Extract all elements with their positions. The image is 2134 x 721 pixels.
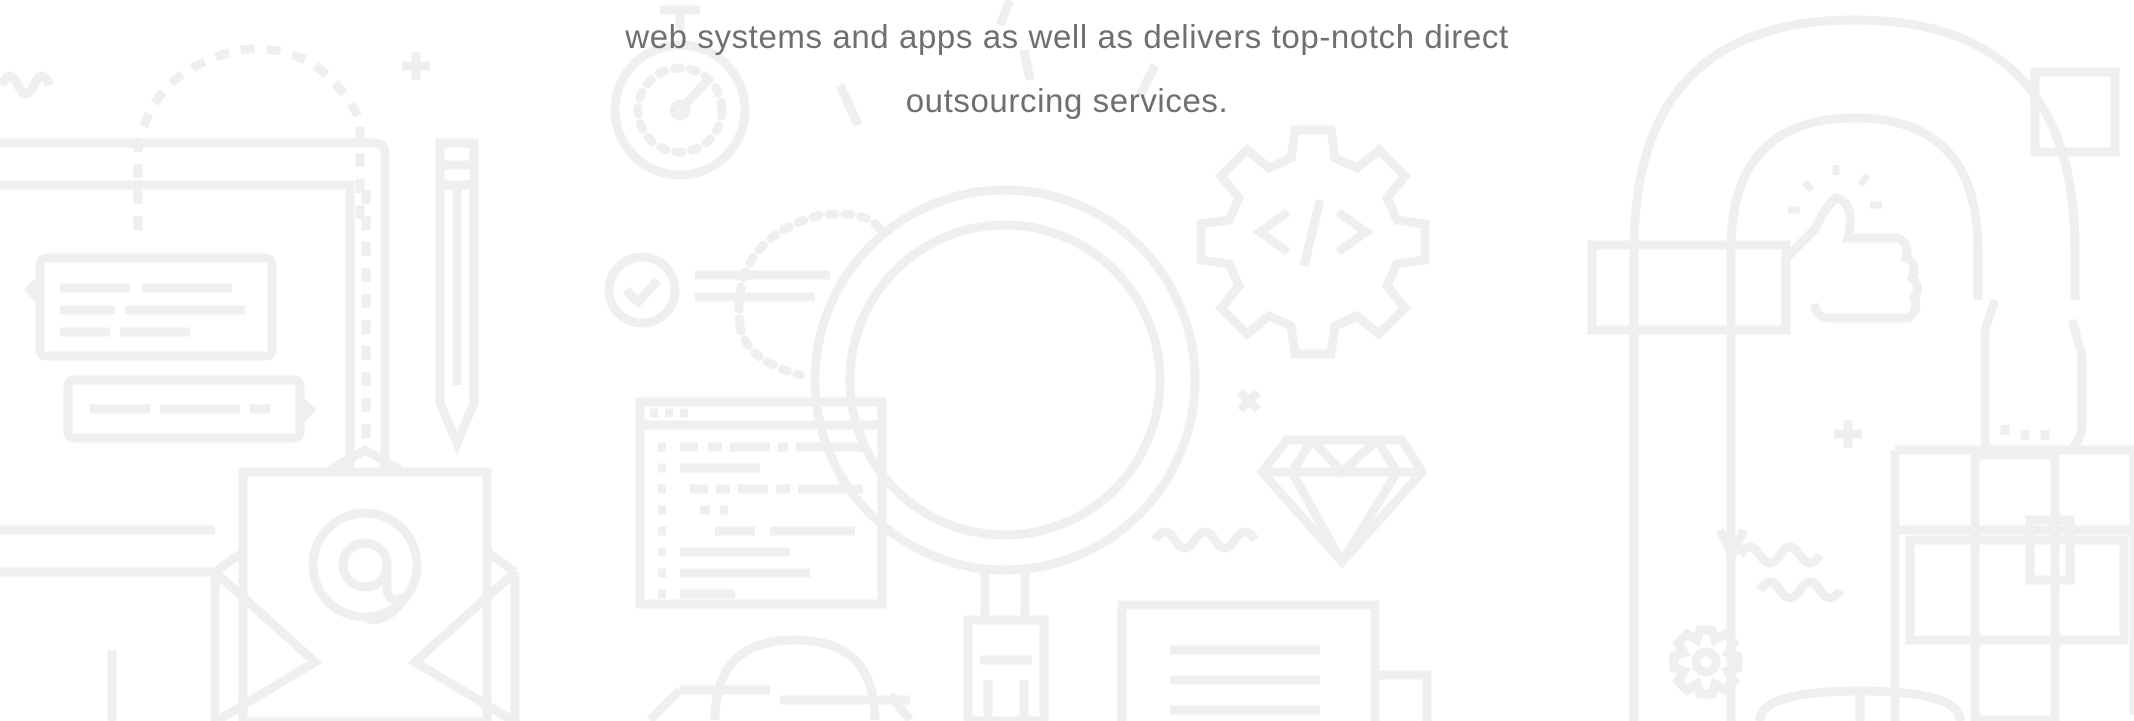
intro-line-2: outsourcing services. <box>905 82 1229 119</box>
message-bubble-icon <box>23 253 317 443</box>
code-window-icon <box>635 397 887 609</box>
globe-icon <box>646 635 914 721</box>
pencil-icon <box>435 138 479 455</box>
hand-icon <box>1980 298 2087 455</box>
wave-icon-right <box>1715 528 1844 603</box>
email-envelope-at-icon <box>0 444 520 721</box>
wave-icon <box>1151 527 1259 553</box>
code-gear-icon <box>1196 125 1430 359</box>
checkmark-circle-icon <box>604 252 830 328</box>
document-icon <box>1117 600 1432 721</box>
gift-box-icon <box>1890 445 2134 721</box>
clock-icon-bottom <box>1755 686 1965 721</box>
usb-plug-icon <box>963 615 1049 721</box>
intro-line-1: web systems and apps as well as delivers… <box>625 18 1509 55</box>
intro-text: web systems and apps as well as delivers… <box>0 0 2134 133</box>
diamond-icon <box>1256 435 1428 569</box>
plus-icon-right <box>1834 420 1862 448</box>
cross-icon <box>1236 388 1262 414</box>
